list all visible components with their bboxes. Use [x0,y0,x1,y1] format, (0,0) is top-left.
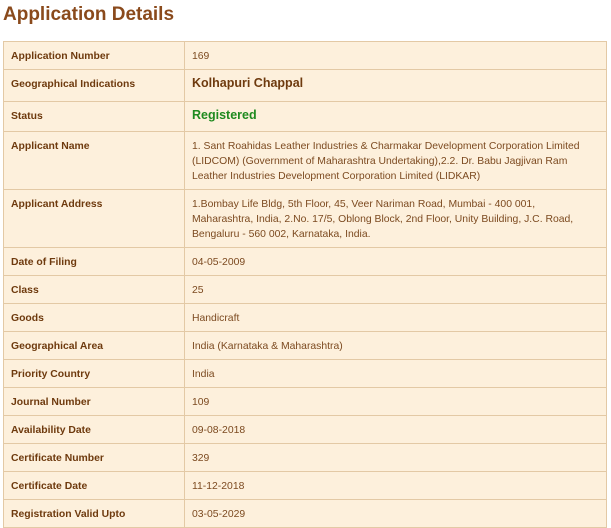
table-row-journal-number: Journal Number 109 [3,387,607,416]
status-value: Registered [184,101,607,132]
table-row-goods: Goods Handicraft [3,303,607,332]
registration-valid-upto-value: 03-05-2029 [184,499,607,528]
certificate-number-value: 329 [184,443,607,472]
goods-label: Goods [3,303,185,332]
certificate-date-label: Certificate Date [3,471,185,500]
class-value: 25 [184,275,607,304]
application-number-label: Application Number [3,41,185,70]
application-details-table: Application Number 169 Geographical Indi… [3,41,607,528]
date-of-filing-label: Date of Filing [3,247,185,276]
priority-country-value: India [184,359,607,388]
geographical-area-value: India (Karnataka & Maharashtra) [184,331,607,360]
table-row-priority-country: Priority Country India [3,359,607,388]
priority-country-label: Priority Country [3,359,185,388]
applicant-address-value: 1.Bombay Life Bldg, 5th Floor, 45, Veer … [184,189,607,248]
status-label: Status [3,101,185,132]
applicant-address-label: Applicant Address [3,189,185,248]
certificate-number-label: Certificate Number [3,443,185,472]
registration-valid-upto-label: Registration Valid Upto [3,499,185,528]
class-label: Class [3,275,185,304]
geographical-area-label: Geographical Area [3,331,185,360]
table-row-status: Status Registered [3,101,607,132]
table-row-registration-valid-upto: Registration Valid Upto 03-05-2029 [3,499,607,528]
table-row-geographical-indications: Geographical Indications Kolhapuri Chapp… [3,69,607,102]
table-row-application-number: Application Number 169 [3,41,607,70]
journal-number-value: 109 [184,387,607,416]
table-row-applicant-address: Applicant Address 1.Bombay Life Bldg, 5t… [3,189,607,248]
applicant-name-value: 1. Sant Roahidas Leather Industries & Ch… [184,131,607,190]
page-title: Application Details [3,4,175,25]
table-row-date-of-filing: Date of Filing 04-05-2009 [3,247,607,276]
geographical-indications-label: Geographical Indications [3,69,185,102]
table-row-certificate-date: Certificate Date 11-12-2018 [3,471,607,500]
table-row-class: Class 25 [3,275,607,304]
table-row-applicant-name: Applicant Name 1. Sant Roahidas Leather … [3,131,607,190]
table-row-availability-date: Availability Date 09-08-2018 [3,415,607,444]
applicant-name-label: Applicant Name [3,131,185,190]
certificate-date-value: 11-12-2018 [184,471,607,500]
availability-date-label: Availability Date [3,415,185,444]
journal-number-label: Journal Number [3,387,185,416]
goods-value: Handicraft [184,303,607,332]
table-row-certificate-number: Certificate Number 329 [3,443,607,472]
application-number-value: 169 [184,41,607,70]
geographical-indications-value: Kolhapuri Chappal [184,69,607,102]
date-of-filing-value: 04-05-2009 [184,247,607,276]
table-row-geographical-area: Geographical Area India (Karnataka & Mah… [3,331,607,360]
availability-date-value: 09-08-2018 [184,415,607,444]
